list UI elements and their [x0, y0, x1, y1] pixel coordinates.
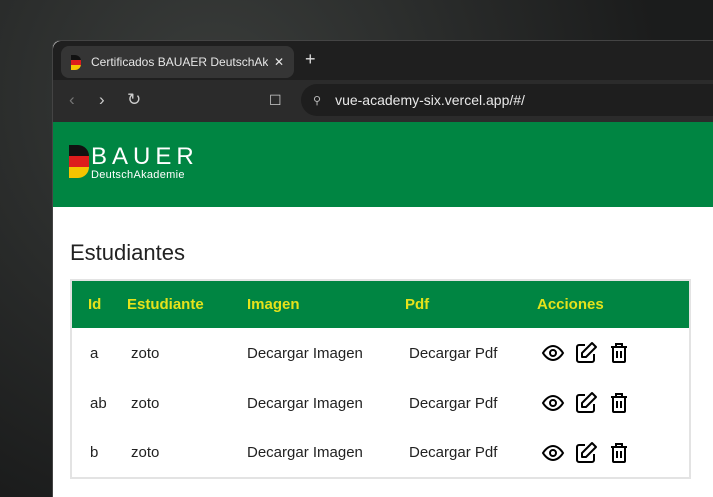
table-row: a zoto Decargar Imagen Decargar Pdf	[71, 328, 690, 378]
table-row: ab zoto Decargar Imagen Decargar Pdf	[71, 378, 690, 428]
browser-tab[interactable]: Certificados BAUAER DeutschAkademie ✕	[61, 46, 294, 78]
download-pdf-link[interactable]: Decargar Pdf	[405, 328, 537, 378]
edit-icon[interactable]	[574, 391, 598, 415]
cell-id: ab	[90, 394, 107, 412]
view-eye-icon[interactable]	[541, 441, 565, 465]
tab-bar: Certificados BAUAER DeutschAkademie ✕ +	[53, 41, 713, 80]
delete-trash-icon[interactable]	[607, 441, 631, 465]
site-settings-icon[interactable]: ⚲	[313, 94, 321, 107]
url-text: vue-academy-six.vercel.app/#/	[335, 92, 525, 108]
cell-estudiante: zoto	[131, 444, 160, 461]
table-row: b zoto Decargar Imagen Decargar Pdf	[71, 428, 690, 478]
col-acciones: Acciones	[537, 280, 690, 328]
col-id: Id	[71, 280, 127, 328]
view-eye-icon[interactable]	[541, 341, 565, 365]
download-image-link[interactable]: Decargar Imagen	[247, 428, 405, 478]
back-icon[interactable]: ‹	[69, 90, 75, 110]
cell-estudiante: zoto	[131, 394, 160, 412]
forward-icon[interactable]: ›	[99, 90, 105, 110]
favicon-icon	[71, 54, 81, 70]
students-table: Id Estudiante Imagen Pdf Acciones a zoto…	[70, 279, 691, 479]
download-image-link[interactable]: Decargar Imagen	[247, 378, 405, 428]
page-title: Estudiantes	[70, 240, 185, 265]
close-tab-icon[interactable]: ✕	[274, 55, 284, 69]
new-tab-icon[interactable]: +	[305, 49, 316, 70]
download-pdf-link[interactable]: Decargar Pdf	[405, 378, 537, 428]
bookmark-icon[interactable]: ☐	[269, 92, 282, 109]
edit-icon[interactable]	[574, 441, 598, 465]
toolbar: ‹ › ↻ ☐ ⚲ vue-academy-six.vercel.app/#/	[53, 80, 713, 122]
logo-flag-icon	[69, 145, 89, 178]
logo-sub: DeutschAkademie	[91, 169, 185, 181]
view-eye-icon[interactable]	[541, 391, 565, 415]
download-pdf-link[interactable]: Decargar Pdf	[405, 428, 537, 478]
col-imagen: Imagen	[247, 280, 405, 328]
address-bar[interactable]: ⚲ vue-academy-six.vercel.app/#/	[301, 84, 713, 116]
col-estudiante: Estudiante	[127, 280, 247, 328]
delete-trash-icon[interactable]	[607, 341, 631, 365]
col-pdf: Pdf	[405, 280, 537, 328]
logo[interactable]: BAUER DeutschAkademie	[69, 145, 199, 181]
delete-trash-icon[interactable]	[607, 391, 631, 415]
cell-estudiante: zoto	[131, 344, 160, 362]
site-header: BAUER DeutschAkademie	[53, 122, 713, 207]
cell-id: b	[90, 444, 99, 461]
cell-id: a	[90, 344, 99, 362]
logo-brand: BAUER	[91, 143, 199, 170]
reload-icon[interactable]: ↻	[127, 90, 141, 110]
download-image-link[interactable]: Decargar Imagen	[247, 328, 405, 378]
browser-window: Certificados BAUAER DeutschAkademie ✕ + …	[52, 40, 713, 497]
tab-title: Certificados BAUAER DeutschAkademie	[91, 55, 268, 69]
edit-icon[interactable]	[574, 341, 598, 365]
